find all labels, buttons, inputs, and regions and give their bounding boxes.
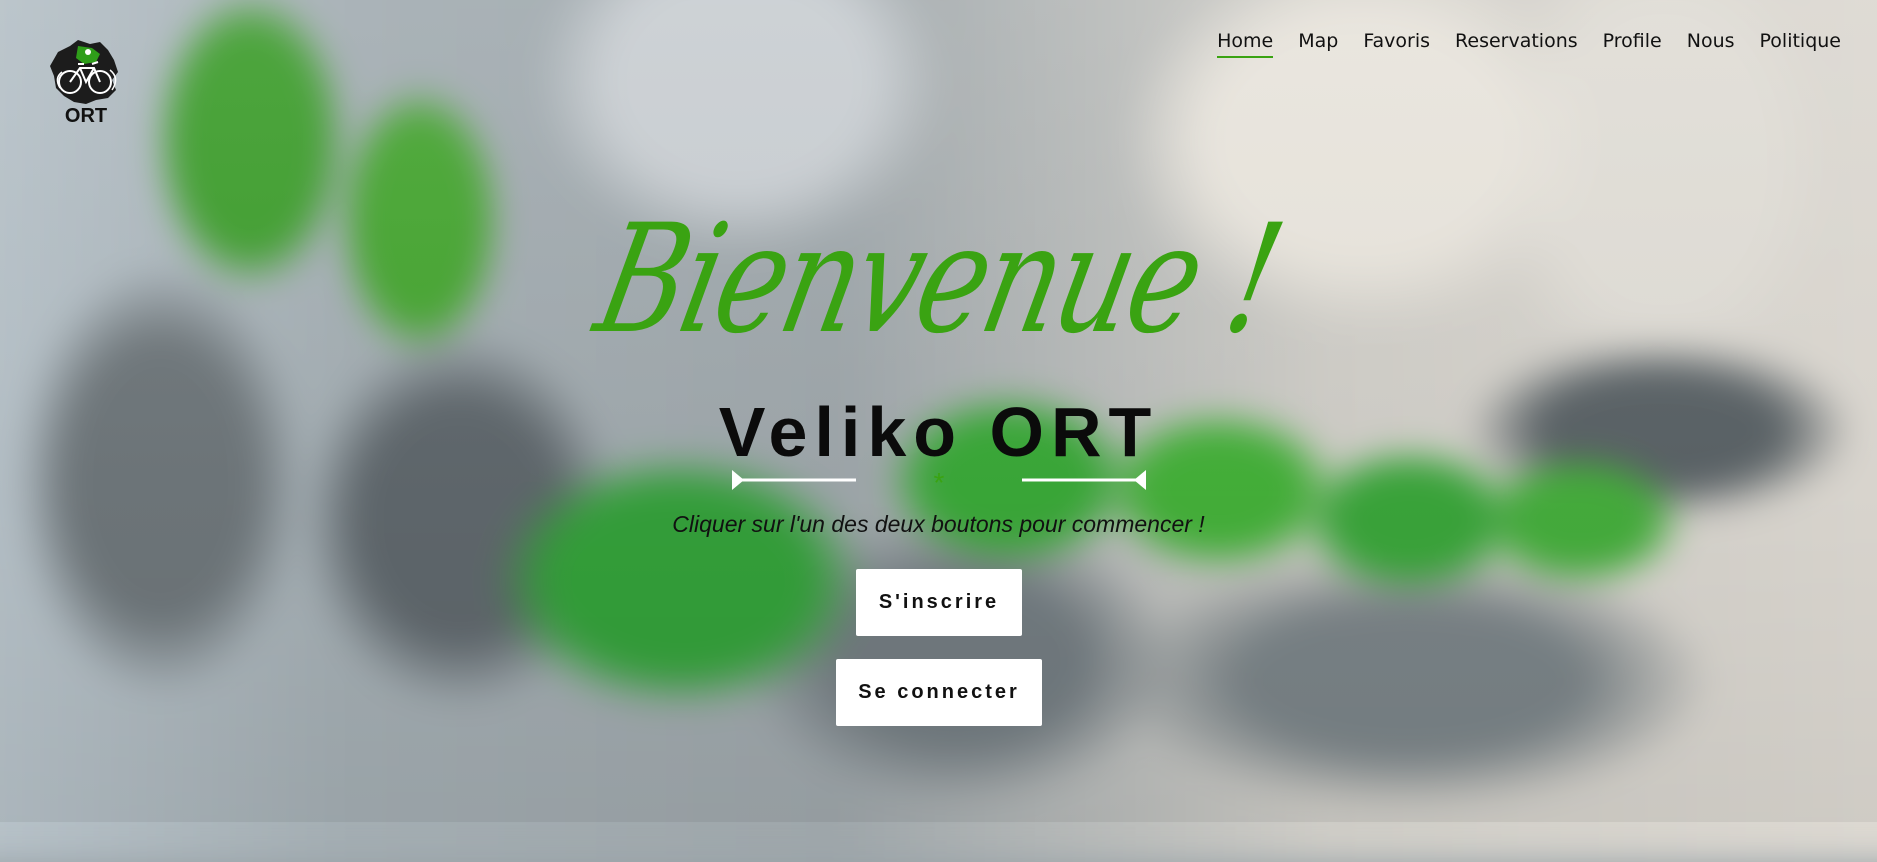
nav-favoris[interactable]: Favoris	[1363, 30, 1430, 58]
login-button[interactable]: Se connecter	[836, 659, 1042, 726]
welcome-heading: Bienvenue !	[583, 193, 1294, 367]
logo-text: ORT	[65, 105, 107, 126]
nav-reservations[interactable]: Reservations	[1455, 30, 1578, 58]
title-divider: *	[730, 467, 1148, 498]
page-title: Veliko ORT	[718, 393, 1159, 471]
hero-subtitle: Cliquer sur l'un des deux boutons pour c…	[672, 511, 1205, 537]
divider-star-icon: *	[934, 468, 945, 492]
bike-logo-icon: ORT	[50, 40, 118, 127]
main-nav: Home Map Favoris Reservations Profile No…	[1217, 30, 1841, 58]
signup-button[interactable]: S'inscrire	[856, 569, 1022, 636]
site-logo[interactable]: ORT	[48, 38, 124, 127]
nav-map[interactable]: Map	[1298, 30, 1338, 58]
nav-nous[interactable]: Nous	[1687, 30, 1735, 58]
nav-profile[interactable]: Profile	[1603, 30, 1662, 58]
nav-politique[interactable]: Politique	[1760, 30, 1841, 58]
nav-home[interactable]: Home	[1217, 30, 1274, 58]
